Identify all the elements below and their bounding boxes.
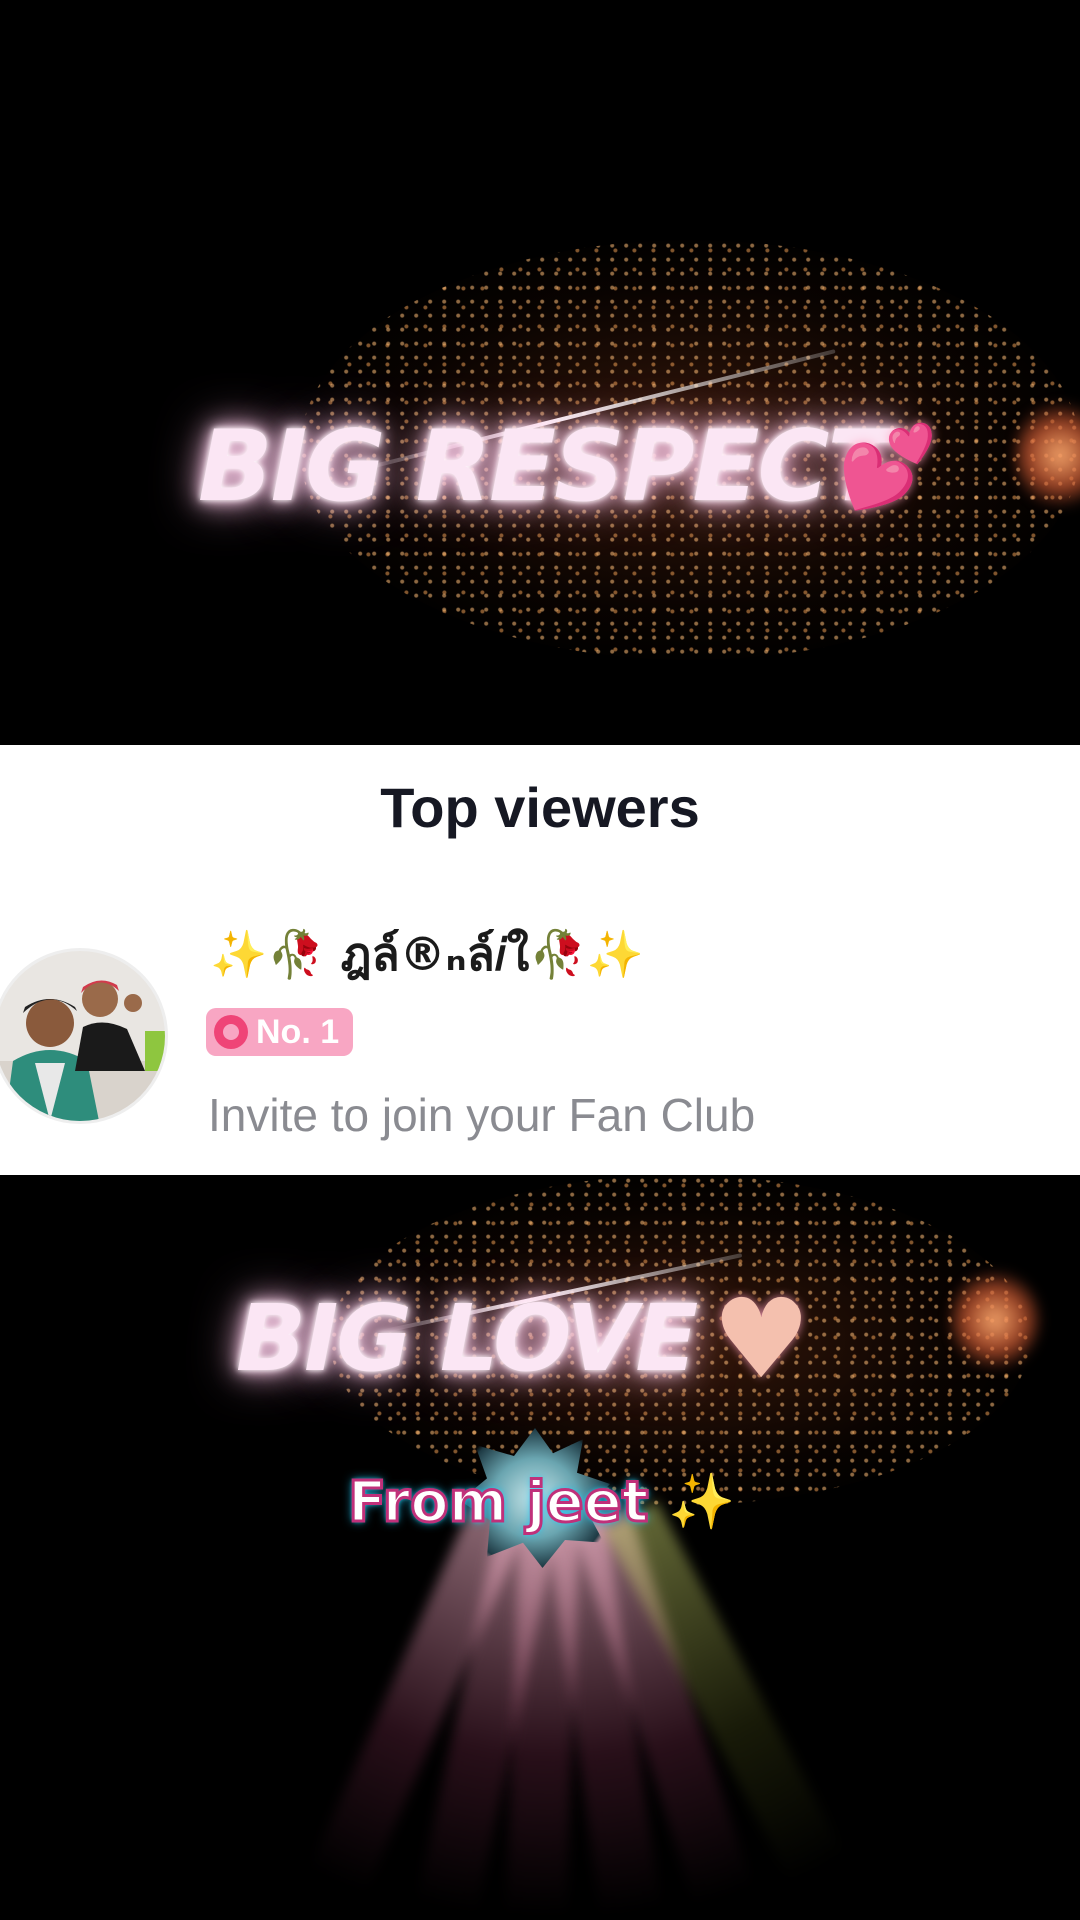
viewer-username[interactable]: ✨🥀 ฎล์®ₙล์𝑖ใ🥀✨: [210, 918, 644, 991]
invite-fan-club-link[interactable]: Invite to join your Fan Club: [208, 1088, 755, 1142]
hearts-icon: 💕: [838, 420, 938, 513]
viewer-avatar[interactable]: [0, 948, 168, 1124]
live-gift-screen: BIG RESPECT 💕 Top viewers ✨🥀 ฎล์®ₙล์𝑖ใ🥀✨…: [0, 0, 1080, 1920]
sparkle-icon: ✨: [668, 1470, 736, 1533]
rank-badge: No. 1: [206, 1008, 354, 1056]
rank-label: No. 1: [256, 1012, 340, 1051]
avatar-photo: [0, 951, 165, 1121]
big-respect-text: BIG RESPECT: [198, 410, 894, 524]
gift-effect-top: BIG RESPECT 💕: [0, 0, 1080, 745]
panel-title: Top viewers: [380, 776, 700, 839]
big-love-text: BIG LOVE: [236, 1285, 698, 1392]
gift-sender-label: From jeet: [347, 1469, 651, 1537]
rank-medal-icon: [214, 1015, 248, 1049]
ember-glow: [950, 1270, 1040, 1370]
heart-icon: ♥: [712, 1275, 811, 1403]
